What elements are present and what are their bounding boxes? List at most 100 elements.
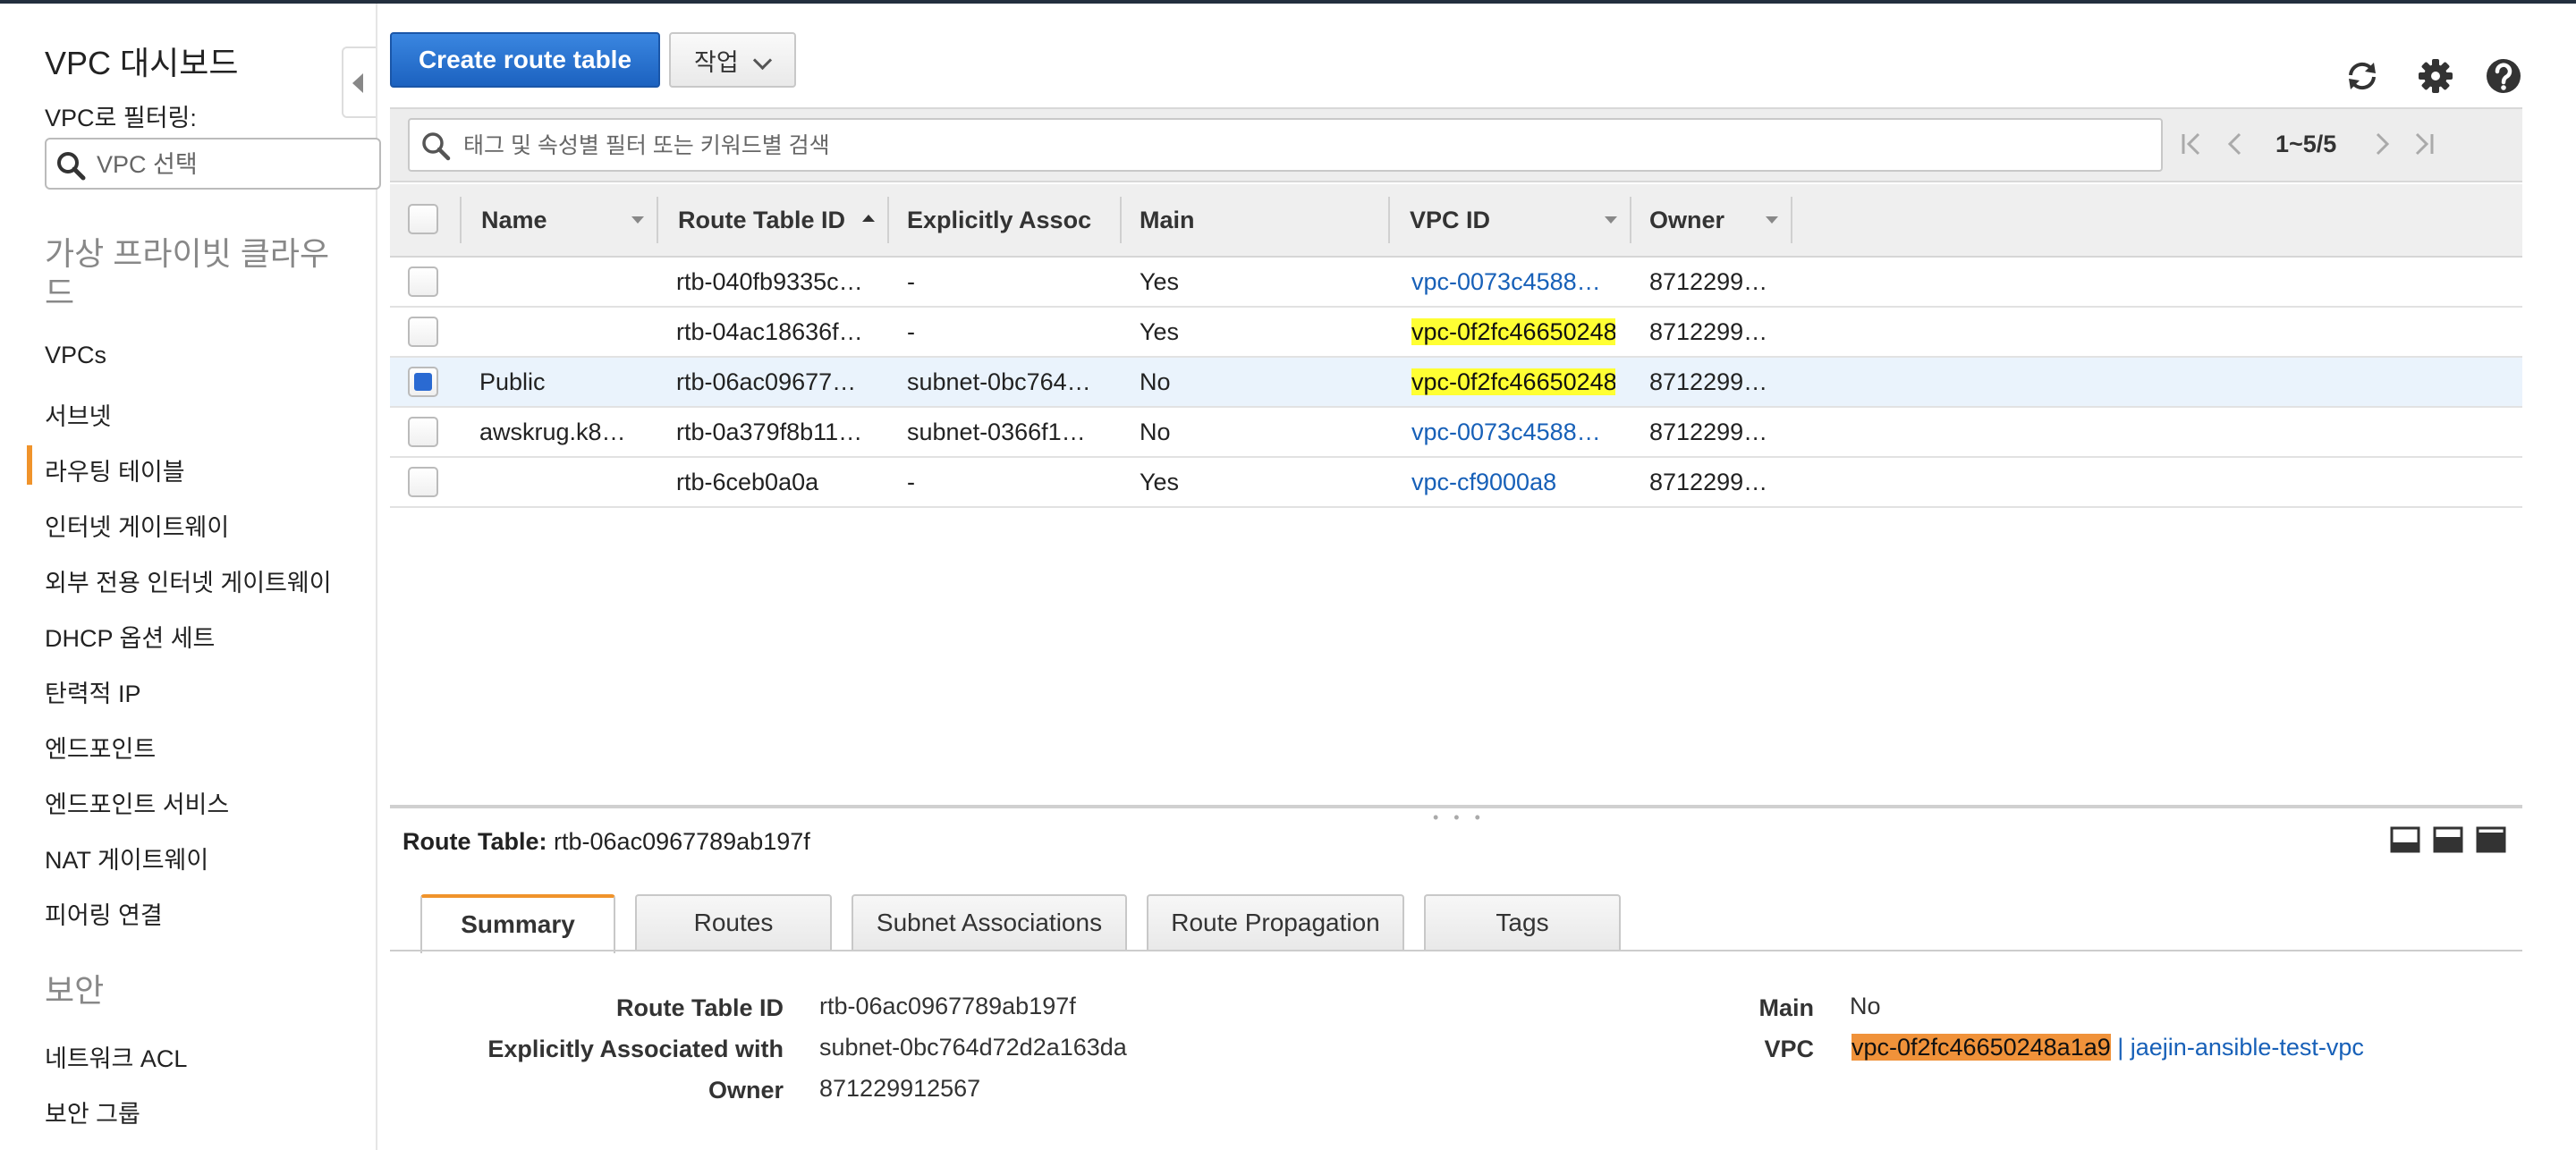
first-page-icon[interactable]	[2177, 129, 2207, 159]
sidebar-item-elastic-ips[interactable]: 탄력적 IP	[45, 674, 141, 709]
cell-main: Yes	[1140, 318, 1180, 345]
sidebar-title[interactable]: VPC 대시보드	[45, 38, 239, 84]
tab-tags[interactable]: Tags	[1424, 894, 1621, 951]
summary-route-table-id-value: rtb-06ac0967789ab197f	[819, 993, 1076, 1019]
pagination-range: 1~5/5	[2275, 131, 2337, 157]
tab-routes[interactable]: Routes	[635, 894, 832, 951]
cell-name	[479, 258, 649, 306]
highlighted-vpc-id: vpc-0f2fc46650248	[1411, 368, 1615, 395]
sort-caret-icon[interactable]	[1766, 216, 1778, 224]
column-divider	[460, 197, 462, 243]
vpc-filter-input[interactable]	[95, 145, 376, 184]
sidebar-item-endpoint-services[interactable]: 엔드포인트 서비스	[45, 785, 229, 820]
row-checkbox[interactable]	[408, 317, 438, 347]
row-checkbox[interactable]	[408, 417, 438, 447]
tab-route-propagation[interactable]: Route Propagation	[1147, 894, 1404, 951]
drag-handle-icon[interactable]: • • •	[1433, 808, 1486, 827]
column-header-name[interactable]: Name	[481, 184, 547, 256]
next-page-icon[interactable]	[2367, 129, 2397, 159]
detail-title-value: rtb-06ac0967789ab197f	[554, 828, 810, 855]
sidebar-item-security-groups[interactable]: 보안 그룹	[45, 1095, 140, 1129]
cell-explicitly-assoc: -	[907, 318, 915, 345]
cell-vpc-id-link[interactable]: vpc-0073c4588…	[1411, 408, 1615, 456]
cell-explicitly-assoc: -	[907, 268, 915, 295]
row-checkbox-checked[interactable]	[408, 367, 438, 397]
sidebar-item-route-tables[interactable]: 라우팅 테이블	[27, 445, 185, 487]
sort-caret-icon[interactable]	[631, 216, 644, 224]
summary-route-table-id-label: Route Table ID	[615, 994, 784, 1021]
pane-maximize-icon[interactable]	[2476, 824, 2506, 855]
pane-half-icon[interactable]	[2433, 824, 2463, 855]
actions-label: 작업	[694, 48, 739, 76]
sidebar-item-endpoints[interactable]: 엔드포인트	[45, 730, 156, 765]
sidebar-item-network-acls[interactable]: 네트워크 ACL	[45, 1039, 187, 1074]
cell-owner: 8712299…	[1649, 318, 1768, 345]
select-all-checkbox[interactable]	[408, 204, 438, 234]
vpc-separator: |	[2110, 1034, 2131, 1061]
table-row-selected[interactable]: Public rtb-06ac09677… subnet-0bc764… No …	[390, 358, 2522, 408]
cell-owner: 8712299…	[1649, 469, 1768, 495]
vpc-filter-select[interactable]	[45, 138, 381, 190]
sidebar: VPC 대시보드 VPC로 필터링: 가상 프라이빗 클라우드 VPCs 서브넷…	[0, 4, 381, 1150]
cell-name	[479, 308, 649, 356]
table-header: Name Route Table ID Explicitly Assoc Mai…	[390, 184, 2522, 258]
cell-owner: 8712299…	[1649, 268, 1768, 295]
sidebar-item-dhcp-options[interactable]: DHCP 옵션 세트	[45, 619, 215, 654]
table-row[interactable]: rtb-040fb9335c… - Yes vpc-0073c4588… 871…	[390, 258, 2522, 308]
cell-vpc-id-link[interactable]: vpc-0f2fc46650248	[1411, 358, 1615, 406]
gear-icon[interactable]	[2417, 57, 2454, 95]
summary-main-label: Main	[1758, 994, 1814, 1021]
cell-vpc-id-link[interactable]: vpc-0073c4588…	[1411, 258, 1615, 306]
cell-route-table-id: rtb-04ac18636f…	[676, 318, 863, 345]
last-page-icon[interactable]	[2408, 129, 2438, 159]
prev-page-icon[interactable]	[2220, 129, 2250, 159]
pane-minimize-icon[interactable]	[2390, 824, 2420, 855]
cell-owner: 8712299…	[1649, 368, 1768, 395]
row-checkbox[interactable]	[408, 266, 438, 297]
table-row[interactable]: rtb-6ceb0a0a - Yes vpc-cf9000a8 8712299…	[390, 458, 2522, 508]
cell-explicitly-assoc: subnet-0bc764…	[907, 368, 1091, 395]
vpc-name-link[interactable]: jaejin-ansible-test-vpc	[2131, 1034, 2364, 1061]
sidebar-item-nat-gateways[interactable]: NAT 게이트웨이	[45, 841, 208, 875]
column-header-route-table-id[interactable]: Route Table ID	[678, 184, 845, 256]
chevron-down-icon	[752, 50, 773, 71]
highlighted-vpc-id: vpc-0f2fc46650248	[1411, 318, 1615, 345]
sidebar-item-peering[interactable]: 피어링 연결	[45, 896, 163, 931]
summary-assoc-label: Explicitly Associated with	[487, 1036, 784, 1062]
column-divider	[1388, 197, 1390, 243]
detail-title-label: Route Table:	[402, 828, 547, 855]
cell-main: Yes	[1140, 469, 1180, 495]
sidebar-item-internet-gateways[interactable]: 인터넷 게이트웨이	[45, 508, 229, 543]
cell-vpc-id-link[interactable]: vpc-0f2fc46650248	[1411, 308, 1615, 356]
sort-caret-icon[interactable]	[1605, 216, 1617, 224]
help-icon[interactable]	[2485, 57, 2522, 95]
column-header-owner[interactable]: Owner	[1649, 184, 1724, 256]
tab-subnet-associations[interactable]: Subnet Associations	[852, 894, 1127, 951]
column-header-vpc-id[interactable]: VPC ID	[1410, 184, 1490, 256]
sidebar-collapse-toggle[interactable]	[342, 47, 376, 118]
pane-splitter[interactable]: • • •	[390, 805, 2522, 826]
table-row[interactable]: awskrug.k8… rtb-0a379f8b11… subnet-0366f…	[390, 408, 2522, 458]
sort-ascending-icon[interactable]	[862, 215, 875, 222]
tab-summary[interactable]: Summary	[420, 894, 615, 953]
column-divider	[887, 197, 889, 243]
table-row[interactable]: rtb-04ac18636f… - Yes vpc-0f2fc46650248 …	[390, 308, 2522, 358]
cell-main: Yes	[1140, 268, 1180, 295]
search-box[interactable]	[408, 118, 2163, 172]
section-header-vpc: 가상 프라이빗 클라우드	[45, 235, 330, 311]
refresh-icon[interactable]	[2343, 57, 2381, 95]
search-input[interactable]	[462, 125, 2147, 166]
tabs-divider	[390, 950, 2522, 951]
chevron-left-icon	[352, 73, 363, 93]
row-checkbox[interactable]	[408, 467, 438, 497]
sidebar-item-vpcs[interactable]: VPCs	[45, 342, 106, 369]
sidebar-item-egress-only-gateways[interactable]: 외부 전용 인터넷 게이트웨이	[45, 563, 332, 598]
sidebar-item-subnets[interactable]: 서브넷	[45, 397, 112, 432]
highlighted-vpc-id[interactable]: vpc-0f2fc46650248a1a9	[1852, 1034, 2111, 1061]
column-header-explicitly-assoc[interactable]: Explicitly Assoc	[907, 184, 1091, 256]
search-icon	[422, 132, 451, 161]
create-route-table-button[interactable]: Create route table	[390, 32, 660, 88]
actions-dropdown-button[interactable]: 작업	[669, 32, 796, 88]
cell-vpc-id-link[interactable]: vpc-cf9000a8	[1411, 458, 1615, 506]
column-header-main[interactable]: Main	[1140, 184, 1195, 256]
